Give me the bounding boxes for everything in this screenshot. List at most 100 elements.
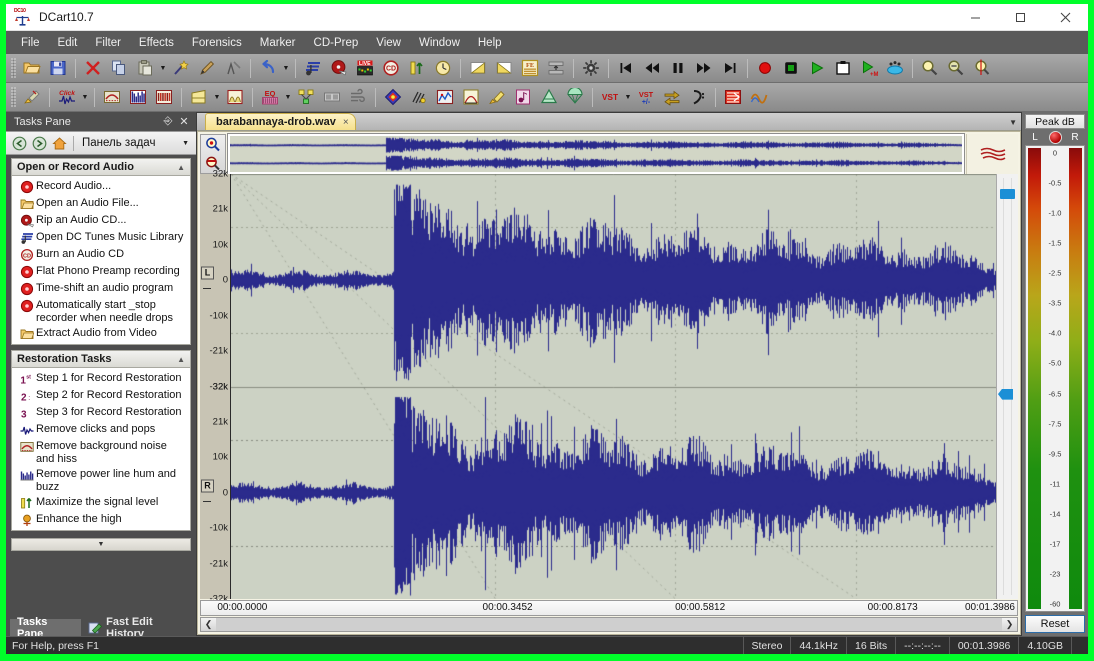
continuous-noise-filter-icon[interactable] <box>100 85 124 109</box>
settings-gear-icon[interactable] <box>579 56 603 80</box>
undo-icon[interactable] <box>256 56 280 80</box>
clip-led-icon[interactable] <box>1045 131 1065 144</box>
fade-in-icon[interactable] <box>466 56 490 80</box>
tasks-item[interactable]: Open an Audio File... <box>12 195 190 212</box>
menu-item-cd-prep[interactable]: CD-Prep <box>305 34 368 52</box>
transport-start-icon[interactable] <box>614 56 638 80</box>
scrollbar-track[interactable] <box>216 618 1002 631</box>
menu-item-forensics[interactable]: Forensics <box>183 34 251 52</box>
chevron-up-icon[interactable]: ▲ <box>177 163 185 172</box>
multitrack-icon[interactable] <box>721 85 745 109</box>
menu-item-effects[interactable]: Effects <box>130 34 183 52</box>
paste-icon[interactable] <box>133 56 157 80</box>
chevron-down-icon[interactable]: ▼ <box>212 85 222 109</box>
pencil-draw-icon[interactable] <box>195 56 219 80</box>
home-icon[interactable] <box>49 133 69 153</box>
tasks-item[interactable]: Remove power line hum and buzz <box>12 466 190 494</box>
vst-icon[interactable]: VST <box>598 85 622 109</box>
chevron-down-icon[interactable]: ▼ <box>623 85 633 109</box>
burn-cd-icon[interactable]: CD <box>379 56 403 80</box>
channel-label-r[interactable]: R <box>201 479 214 492</box>
dc-tunes-library-icon[interactable] <box>301 56 325 80</box>
transport-pause-icon[interactable] <box>666 56 690 80</box>
toolbar-grip[interactable] <box>11 58 16 78</box>
time-ruler[interactable]: 00:00.000000:00.345200:00.581200:00.8173… <box>200 600 1018 616</box>
tasks-group-header[interactable]: Open or Record Audio▲ <box>11 158 191 176</box>
waveform-display[interactable] <box>231 174 996 599</box>
spectral-filter-icon[interactable] <box>126 85 150 109</box>
menu-item-view[interactable]: View <box>367 34 410 52</box>
normalize-icon[interactable] <box>544 56 568 80</box>
transport-stop-icon[interactable] <box>779 56 803 80</box>
close-icon[interactable]: × <box>343 117 349 128</box>
tasks-item[interactable]: Extract Audio from Video <box>12 325 190 342</box>
tasks-pane-tab-tasks-pane[interactable]: Tasks Pane <box>10 619 81 636</box>
wind-noise-icon[interactable] <box>346 85 370 109</box>
horizontal-scrollbar[interactable]: ❮ ❯ <box>200 617 1018 632</box>
dynamics-icon[interactable] <box>187 85 211 109</box>
save-icon[interactable] <box>46 56 70 80</box>
delete-x-icon[interactable] <box>81 56 105 80</box>
transport-record-icon[interactable] <box>753 56 777 80</box>
fade-out-icon[interactable] <box>492 56 516 80</box>
reverb-icon[interactable] <box>537 85 561 109</box>
crackle-filter-icon[interactable] <box>407 85 431 109</box>
zoom-in-icon[interactable] <box>918 56 942 80</box>
spectrum-analyzer-icon[interactable] <box>433 85 457 109</box>
timer-icon[interactable] <box>431 56 455 80</box>
chevron-up-icon[interactable]: ▲ <box>177 355 185 364</box>
chevron-down-icon[interactable]: ▼ <box>80 85 90 109</box>
transport-fastforward-icon[interactable] <box>692 56 716 80</box>
maximize-level-icon[interactable] <box>405 56 429 80</box>
expander-icon[interactable] <box>223 85 247 109</box>
gutter-marker-rect[interactable] <box>1000 189 1015 199</box>
tasks-item[interactable]: Remove background noise and hiss <box>12 438 190 466</box>
tasks-item[interactable]: Enhance the high <box>12 511 190 528</box>
tasks-item[interactable]: Remove clicks and pops <box>12 421 190 438</box>
chevron-left-icon[interactable]: ❮ <box>201 618 216 631</box>
tasks-item[interactable]: Open DC Tunes Music Library <box>12 229 190 246</box>
tasks-item[interactable]: 1stStep 1 for Record Restoration <box>12 370 190 387</box>
tasks-pane-tab-fast-edit-history[interactable]: Fast Edit History <box>81 619 196 636</box>
back-arrow-icon[interactable] <box>9 133 29 153</box>
gutter-marker-arrow[interactable] <box>998 389 1013 400</box>
marker-gutter[interactable] <box>996 174 1018 599</box>
transport-play-icon[interactable] <box>805 56 829 80</box>
chevron-down-icon[interactable]: ▼ <box>283 85 293 109</box>
live-icon[interactable]: LIVE <box>353 56 377 80</box>
channel-blend-icon[interactable] <box>294 85 318 109</box>
tasks-item[interactable]: Maximize the signal level <box>12 494 190 511</box>
declick-brush-icon[interactable] <box>20 85 44 109</box>
copy-icon[interactable] <box>107 56 131 80</box>
rip-cd-icon[interactable] <box>327 56 351 80</box>
mute-silence-icon[interactable] <box>221 56 245 80</box>
transport-play-clipboard-icon[interactable] <box>831 56 855 80</box>
virtual-place-icon[interactable] <box>320 85 344 109</box>
tasks-item[interactable]: Rip an Audio CD... <box>12 212 190 229</box>
minimize-button[interactable] <box>953 4 998 30</box>
menu-item-edit[interactable]: Edit <box>49 34 87 52</box>
transport-play-marked-icon[interactable]: +M <box>857 56 881 80</box>
waveform-generator-icon[interactable] <box>747 85 771 109</box>
toolbar-grip[interactable] <box>11 87 16 107</box>
parachute-icon[interactable] <box>563 85 587 109</box>
forward-arrow-icon[interactable] <box>29 133 49 153</box>
select-wand-icon[interactable] <box>169 56 193 80</box>
pitch-shift-icon[interactable] <box>511 85 535 109</box>
click-filter-icon[interactable]: Click <box>55 85 79 109</box>
vst-add-remove-icon[interactable]: VST+/- <box>634 85 658 109</box>
menu-item-marker[interactable]: Marker <box>251 34 305 52</box>
chevron-down-icon[interactable]: ▼ <box>158 56 168 80</box>
paint-repair-icon[interactable] <box>485 85 509 109</box>
chevron-down-icon[interactable]: ▼ <box>182 140 193 147</box>
menu-item-filter[interactable]: Filter <box>86 34 130 52</box>
menu-item-help[interactable]: Help <box>469 34 511 52</box>
convert-swap-icon[interactable] <box>660 85 684 109</box>
reset-button[interactable]: Reset <box>1025 615 1085 633</box>
chevron-down-icon[interactable]: ▼ <box>11 538 191 551</box>
menu-item-file[interactable]: File <box>12 34 49 52</box>
resize-grip-icon[interactable] <box>1071 637 1088 654</box>
transport-end-icon[interactable] <box>718 56 742 80</box>
overview-waveform[interactable] <box>228 134 964 174</box>
document-tab[interactable]: barabannaya-drob.wav × <box>205 113 356 130</box>
